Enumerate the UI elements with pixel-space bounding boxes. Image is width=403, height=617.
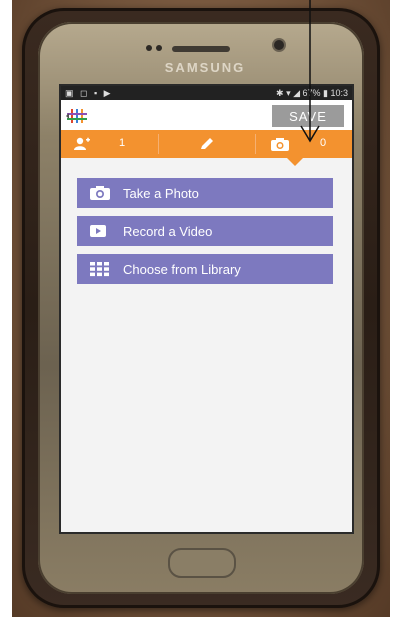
annotation-arrow-icon [300,0,320,143]
